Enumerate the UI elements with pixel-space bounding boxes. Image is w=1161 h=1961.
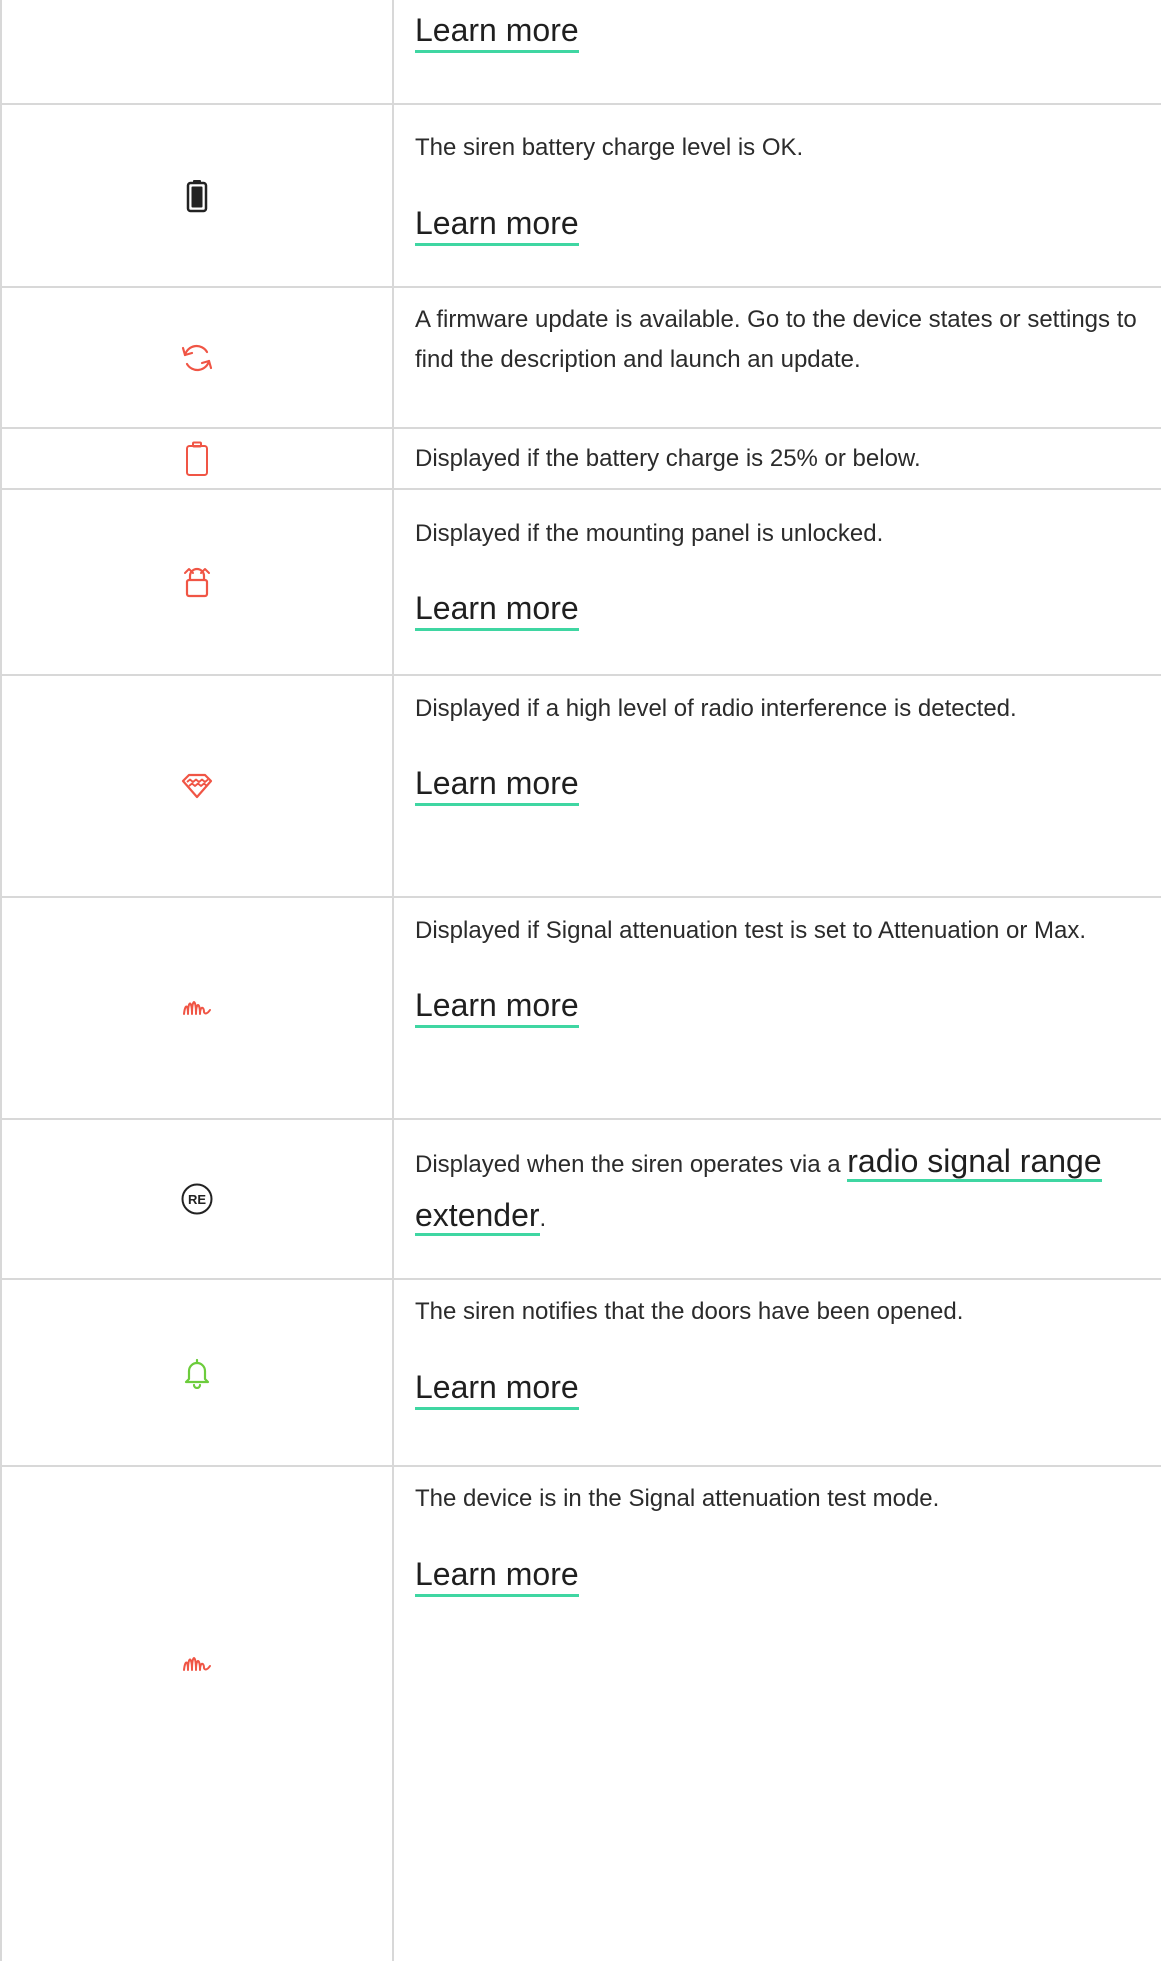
learn-more-link[interactable]: Learn more (415, 765, 579, 806)
battery-low-icon (186, 441, 208, 476)
table-row: Displayed if Signal attenuation test is … (0, 898, 1161, 1120)
icon-cell (2, 1467, 392, 1757)
learn-more-link[interactable]: Learn more (415, 590, 579, 631)
icon-cell (2, 1280, 392, 1465)
table-row: The device is in the Signal attenuation … (0, 1467, 1161, 1961)
text-cell: Displayed when the siren operates via a … (415, 1136, 1155, 1244)
row-description: The siren battery charge level is OK. (415, 134, 804, 161)
svg-text:RE: RE (188, 1192, 206, 1207)
icon-cell (2, 490, 392, 674)
text-cell: Displayed if the battery charge is 25% o… (415, 439, 1155, 479)
text-cell: Displayed if the mounting panel is unloc… (415, 514, 1155, 631)
table-row: Displayed if the mounting panel is unloc… (0, 490, 1161, 676)
learn-more-link[interactable]: Learn more (415, 205, 579, 246)
learn-more-link[interactable]: Learn more (415, 12, 579, 53)
table-row: RE Displayed when the siren operates via… (0, 1120, 1161, 1280)
text-cell: Displayed if a high level of radio inter… (415, 689, 1081, 806)
icon-cell: RE (2, 1120, 392, 1278)
row-description: Displayed if a high level of radio inter… (415, 695, 1017, 722)
icon-cell (2, 288, 392, 427)
table-row: The siren notifies that the doors have b… (0, 1280, 1161, 1467)
table-border-left (0, 0, 2, 1961)
icon-cell (2, 429, 392, 488)
text-cell: The device is in the Signal attenuation … (415, 1479, 1155, 1597)
text-cell: Learn more (415, 12, 1155, 53)
row-description: The siren notifies that the doors have b… (415, 1298, 964, 1325)
icon-cell (2, 0, 392, 103)
icon-cell (2, 105, 392, 286)
table-column-divider (392, 0, 394, 1961)
firmware-update-icon (181, 344, 213, 371)
attenuation-wave-icon (183, 1001, 211, 1015)
row-description: The device is in the Signal attenuation … (415, 1485, 940, 1512)
learn-more-link[interactable]: Learn more (415, 987, 579, 1028)
table-row: The siren battery charge level is OK. Le… (0, 105, 1161, 288)
row-description: Displayed if Signal attenuation test is … (415, 917, 1087, 944)
attenuation-wave-icon (183, 1657, 211, 1672)
text-cell: Displayed if Signal attenuation test is … (415, 911, 1155, 1028)
table-row: Learn more (0, 0, 1161, 105)
device-states-table: Learn more The siren battery charge leve… (0, 0, 1161, 1961)
row-description: Displayed if the battery charge is 25% o… (415, 445, 921, 472)
text-cell: The siren notifies that the doors have b… (415, 1292, 1155, 1410)
text-cell: A firmware update is available. Go to th… (415, 300, 1155, 380)
learn-more-link[interactable]: Learn more (415, 1556, 579, 1597)
icon-cell (2, 898, 392, 1118)
row-description-text-end: . (539, 1205, 547, 1232)
interference-icon (181, 773, 213, 799)
door-bell-icon (184, 1358, 210, 1389)
row-description: A firmware update is available. Go to th… (415, 306, 1137, 373)
row-description-text: Displayed when the siren operates via a (415, 1151, 848, 1178)
battery-full-icon (186, 179, 208, 212)
row-description: Displayed when the siren operates via a … (415, 1136, 1155, 1244)
icon-cell (2, 676, 392, 896)
table-row: Displayed if the battery charge is 25% o… (0, 429, 1161, 490)
unlocked-panel-icon (184, 567, 210, 598)
text-cell: The siren battery charge level is OK. Le… (415, 128, 1155, 246)
row-description: Displayed if the mounting panel is unloc… (415, 520, 884, 547)
learn-more-link[interactable]: Learn more (415, 1369, 579, 1410)
table-row: Displayed if a high level of radio inter… (0, 676, 1161, 898)
range-extender-icon: RE (181, 1183, 213, 1215)
table-row: A firmware update is available. Go to th… (0, 288, 1161, 429)
